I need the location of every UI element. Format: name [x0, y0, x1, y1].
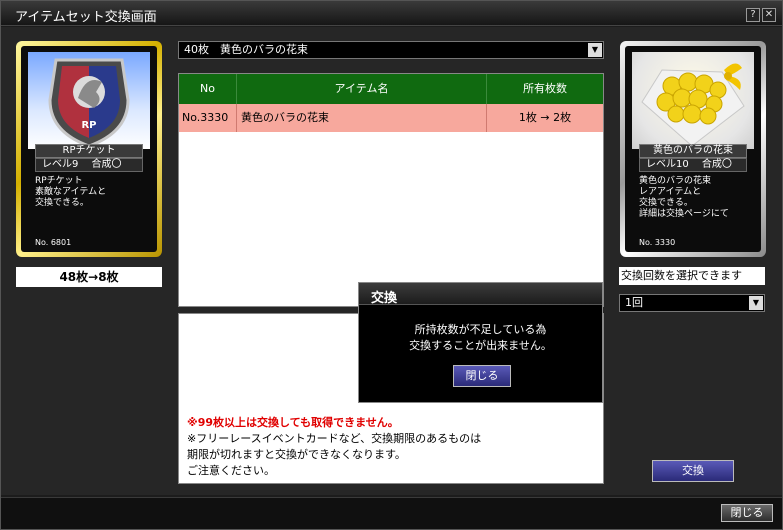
- column-header-no: No: [179, 74, 237, 104]
- card-frame: RP RPチケット レベル9 合成〇 RPチケット 素敵なアイテムと 交換できる…: [21, 46, 157, 252]
- target-item-card: 黄色のバラの花束 レベル10 合成〇 黄色のバラの花束 レアアイテムと 交換でき…: [620, 41, 766, 257]
- dialog-message-line: 所持枚数が不足している為: [414, 323, 547, 336]
- dialog-title: 交換: [371, 291, 398, 306]
- desc-line: 交換できる。: [35, 198, 89, 208]
- table-row[interactable]: No.3330 黄色のバラの花束 1枚 → 2枚: [179, 104, 603, 132]
- source-card-name: RPチケット: [35, 144, 143, 158]
- source-item-card: RP RPチケット レベル9 合成〇 RPチケット 素敵なアイテムと 交換できる…: [16, 41, 162, 257]
- notice-line: 期限が切れますと交換ができなくなります。: [187, 448, 406, 461]
- title-bar: アイテムセット交換画面 ? ✕: [1, 1, 782, 26]
- dialog-title-bar: 交換: [359, 283, 602, 306]
- column-header-item-name: アイテム名: [237, 74, 487, 104]
- target-card-name: 黄色のバラの花束: [639, 144, 747, 158]
- chevron-down-icon[interactable]: ▼: [749, 296, 763, 310]
- window-title: アイテムセット交換画面: [15, 10, 157, 25]
- chevron-down-icon[interactable]: ▼: [588, 43, 602, 57]
- error-dialog: 交換 所持枚数が不足している為 交換することが出来ません。 閉じる: [358, 282, 603, 403]
- desc-line: 交換できる。: [639, 198, 693, 208]
- desc-line: 素敵なアイテムと: [35, 187, 107, 197]
- svg-text:RP: RP: [81, 120, 96, 131]
- table-header: No アイテム名 所有枚数: [179, 74, 603, 104]
- desc-line: 詳細は交換ページにて: [639, 209, 729, 219]
- window-close-button[interactable]: ✕: [762, 8, 776, 22]
- row-item-name: 黄色のバラの花束: [237, 104, 487, 132]
- card-frame: 黄色のバラの花束 レベル10 合成〇 黄色のバラの花束 レアアイテムと 交換でき…: [625, 46, 761, 252]
- footer-bar: [1, 497, 782, 529]
- exchange-count-value: 1回: [625, 296, 643, 309]
- source-card-number: No. 6801: [35, 238, 72, 247]
- desc-line: RPチケット: [35, 176, 83, 186]
- item-set-select[interactable]: 40枚 黄色のバラの花束 ▼: [178, 41, 604, 59]
- rose-bouquet-image: [632, 52, 754, 149]
- column-header-owned-count: 所有枚数: [523, 82, 567, 95]
- row-item-qty: 1枚 → 2枚: [518, 111, 572, 124]
- source-count-display: 48枚→8枚: [16, 267, 162, 287]
- exchange-count-select[interactable]: 1回 ▼: [619, 294, 765, 312]
- source-card-description: RPチケット 素敵なアイテムと 交換できる。: [35, 176, 143, 209]
- source-card-level: レベル9 合成〇: [35, 158, 143, 172]
- target-card-level: レベル10 合成〇: [639, 158, 747, 172]
- exchange-count-label: 交換回数を選択できます: [619, 267, 765, 285]
- exchange-button[interactable]: 交換: [652, 460, 734, 482]
- warning-text: ※99枚以上は交換しても取得できません。: [187, 416, 399, 429]
- dialog-message-line: 交換することが出来ません。: [409, 339, 552, 352]
- desc-line: 黄色のバラの花束: [639, 176, 712, 186]
- target-card-description: 黄色のバラの花束 レアアイテムと 交換できる。 詳細は交換ページにて: [639, 176, 747, 220]
- ticket-emblem-image: RP: [28, 52, 150, 149]
- desc-line: レアアイテムと: [639, 187, 702, 197]
- notice-line: ご注意ください。: [187, 464, 275, 477]
- exchange-window: アイテムセット交換画面 ? ✕ RP RPチケット レベル9 合成〇 RPチケッ…: [0, 0, 783, 530]
- target-card-number: No. 3330: [639, 238, 676, 247]
- close-button[interactable]: 閉じる: [721, 504, 773, 522]
- item-table: No アイテム名 所有枚数 No.3330 黄色のバラの花束 1枚 → 2枚: [178, 73, 604, 307]
- row-item-no: No.3330: [179, 104, 237, 132]
- help-button[interactable]: ?: [746, 8, 760, 22]
- dialog-close-button[interactable]: 閉じる: [453, 365, 511, 387]
- item-set-select-value: 40枚 黄色のバラの花束: [184, 43, 308, 56]
- notice-line: ※フリーレースイベントカードなど、交換期限のあるものは: [187, 432, 482, 445]
